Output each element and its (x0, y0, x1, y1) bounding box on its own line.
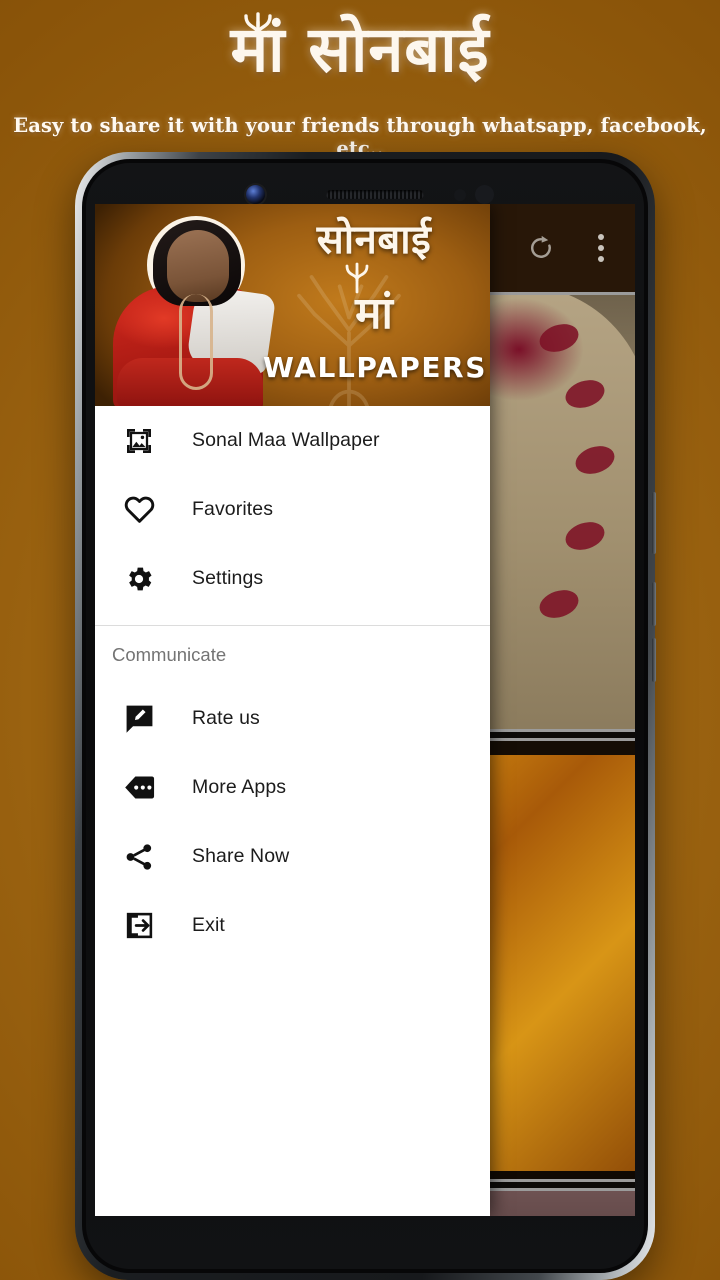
throne-motif (561, 375, 609, 413)
drawer-item-label: More Apps (192, 776, 287, 798)
light-sensor (475, 185, 494, 204)
share-icon (109, 837, 169, 877)
throne-motif (535, 319, 583, 357)
volume-up-button[interactable] (652, 582, 656, 626)
drawer-item-label: Favorites (192, 498, 274, 520)
drawer-item-rate-us[interactable]: Rate us (95, 684, 490, 753)
drawer-header-title: सोनबाई (316, 217, 432, 263)
menu-dot (598, 256, 604, 262)
drawer-menu: Sonal Maa Wallpaper Favorites Settings C… (95, 406, 490, 960)
phone-screen: सोनबाई मां WALLPAPERS Sonal Maa Wallpape… (95, 204, 635, 1216)
drawer-item-exit[interactable]: Exit (95, 891, 490, 960)
more-vertical-icon[interactable] (598, 234, 604, 262)
throne-motif (571, 441, 619, 479)
heart-icon (109, 490, 169, 530)
drawer-item-label: Exit (192, 914, 225, 936)
front-camera (246, 185, 265, 204)
drawer-item-label: Rate us (192, 707, 260, 729)
drawer-item-sonal-maa-wallpaper[interactable]: Sonal Maa Wallpaper (95, 406, 490, 475)
more-apps-tag-icon (109, 768, 169, 808)
power-button[interactable] (652, 492, 656, 554)
drawer-header-maa: मां (355, 288, 393, 339)
portrait-face (167, 230, 229, 302)
drawer-item-more-apps[interactable]: More Apps (95, 753, 490, 822)
menu-dot (598, 234, 604, 240)
drawer-item-label: Sonal Maa Wallpaper (192, 429, 380, 451)
earpiece-speaker (326, 190, 424, 199)
rate-review-icon (109, 699, 169, 739)
page-title: मां सोनबाई (230, 13, 490, 86)
throne-motif (561, 517, 609, 555)
trident-icon (244, 12, 272, 52)
refresh-icon[interactable] (527, 234, 555, 262)
volume-down-button[interactable] (652, 638, 656, 682)
promo-header: मां सोनबाई Easy to share it with your fr… (0, 0, 720, 160)
drawer-item-settings[interactable]: Settings (95, 544, 490, 613)
drawer-item-share-now[interactable]: Share Now (95, 822, 490, 891)
drawer-header: सोनबाई मां WALLPAPERS (95, 204, 490, 406)
throne-motif (535, 585, 583, 623)
exit-to-app-icon (109, 906, 169, 946)
phone-device-mockup: सोनबाई मां WALLPAPERS Sonal Maa Wallpape… (75, 152, 656, 1280)
image-frame-icon (109, 421, 169, 461)
drawer-header-portrait (105, 208, 277, 406)
portrait-garland (179, 294, 213, 390)
navigation-drawer: सोनबाई मां WALLPAPERS Sonal Maa Wallpape… (95, 204, 490, 1216)
drawer-section-label: Communicate (112, 644, 227, 665)
drawer-item-label: Share Now (192, 845, 290, 867)
menu-dot (598, 245, 604, 251)
drawer-item-label: Settings (192, 567, 264, 589)
drawer-header-subtitle: WALLPAPERS (263, 351, 487, 384)
gear-icon (109, 559, 169, 599)
proximity-sensor (454, 189, 466, 201)
drawer-item-favorites[interactable]: Favorites (95, 475, 490, 544)
